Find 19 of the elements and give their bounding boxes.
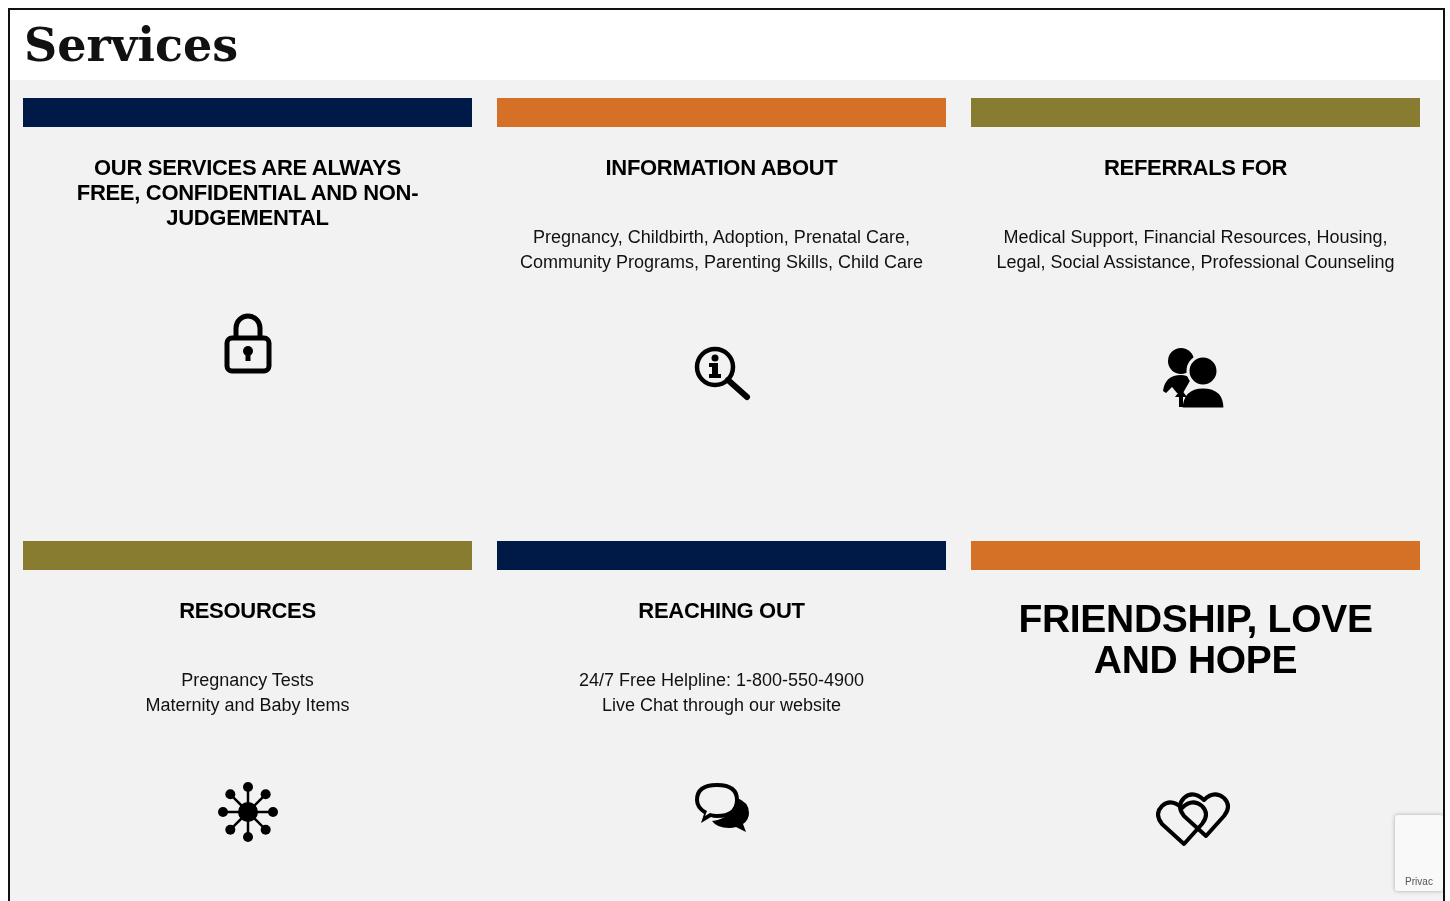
card-text: Pregnancy Tests [181, 669, 314, 692]
page-title: Services [24, 18, 239, 72]
card-text: Maternity and Baby Items [145, 694, 350, 717]
card-title: OUR SERVICES ARE ALWAYS FREE, CONFIDENTIAL AND NON-JUDGEMENTAL [75, 155, 420, 230]
card-title: REACHING OUT [638, 598, 805, 623]
card-title: RESOURCES [179, 598, 316, 623]
info-magnifier-icon [692, 345, 751, 401]
network-hub-icon [215, 780, 280, 844]
card-title: REFERRALS FOR [1103, 155, 1288, 180]
chat-bubbles-icon [692, 780, 751, 832]
card-text: Live Chat through our website [601, 694, 842, 717]
card-text: Community Programs, Parenting Skills, Child Care [519, 251, 924, 274]
card-text: Pregnancy, Childbirth, Adoption, Prenatal Care, [533, 226, 910, 249]
card-text: Medical Support, Financial Resources, Housing, [1003, 226, 1388, 249]
card-text: 24/7 Free Helpline: 1-800-550-4900 [578, 669, 865, 692]
card-text: Legal, Social Assistance, Professional Counseling [996, 251, 1395, 274]
card-title: FRIENDSHIP, LOVE AND HOPE [1017, 598, 1374, 680]
recaptcha-badge[interactable]: Privac [1395, 815, 1443, 891]
card-title: INFORMATION ABOUT [605, 155, 838, 180]
